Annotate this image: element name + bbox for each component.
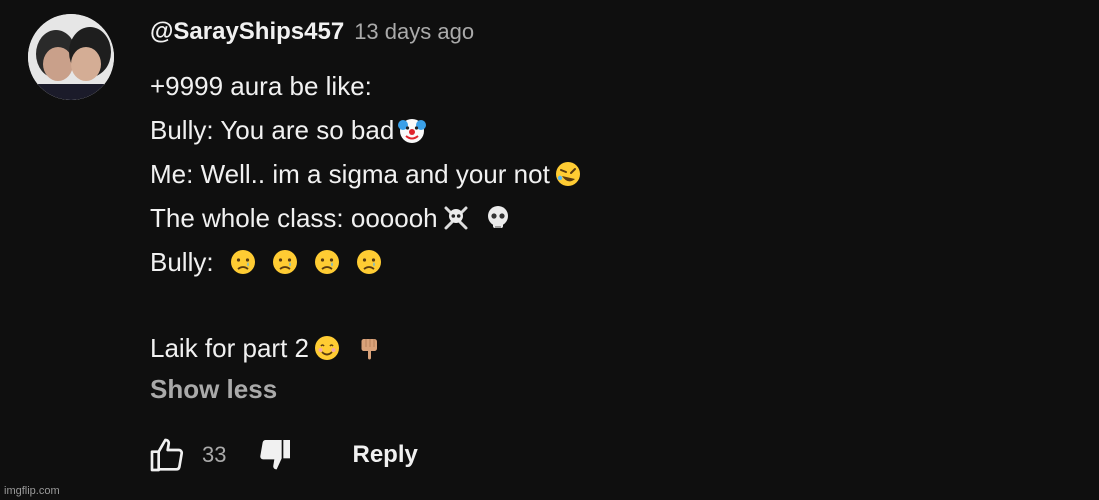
skull-icon	[483, 203, 513, 233]
comment-line: +9999 aura be like:	[150, 64, 583, 108]
avatar[interactable]	[28, 14, 114, 100]
comment-author[interactable]: @SarayShips457	[150, 18, 344, 46]
like-count: 33	[202, 442, 227, 467]
avatar-image	[28, 14, 114, 100]
crying-face-icon	[312, 247, 342, 277]
comment-line: The whole class: oooooh	[150, 196, 583, 240]
comment-line-text: Bully: You are so bad	[150, 115, 395, 145]
pointing-down-icon	[354, 333, 384, 363]
like-button[interactable]	[146, 434, 188, 476]
watermark: imgflip.com	[4, 485, 60, 497]
crying-face-icon	[270, 247, 300, 277]
comment-line-text: Laik for part 2	[150, 333, 309, 363]
crying-face-icon	[228, 247, 258, 277]
comment-line	[150, 284, 583, 326]
comment-body: +9999 aura be like: Bully: You are so bad…	[150, 64, 583, 370]
crying-face-icon	[354, 247, 384, 277]
dislike-button[interactable]	[254, 434, 296, 476]
show-less-button[interactable]: Show less	[150, 374, 277, 405]
reply-button[interactable]: Reply	[352, 441, 417, 469]
comment-line: Bully:	[150, 240, 583, 284]
skull-crossbones-icon	[441, 203, 471, 233]
comment-line-text: Me: Well.. im a sigma and your not	[150, 159, 550, 189]
comment-line-text: Bully:	[150, 247, 214, 277]
comment-line-text: +9999 aura be like:	[150, 71, 372, 101]
comment-timestamp[interactable]: 13 days ago	[354, 19, 474, 45]
comment-line: Laik for part 2	[150, 326, 583, 370]
comment-line: Me: Well.. im a sigma and your not	[150, 152, 583, 196]
thumbs-down-icon	[260, 440, 291, 470]
comment-line-text: The whole class: oooooh	[150, 203, 438, 233]
rolling-laughing-icon	[553, 159, 583, 189]
clown-face-icon	[397, 115, 427, 145]
thumbs-up-icon	[150, 438, 184, 472]
comment-line: Bully: You are so bad	[150, 108, 583, 152]
smiling-face-icon	[312, 333, 342, 363]
